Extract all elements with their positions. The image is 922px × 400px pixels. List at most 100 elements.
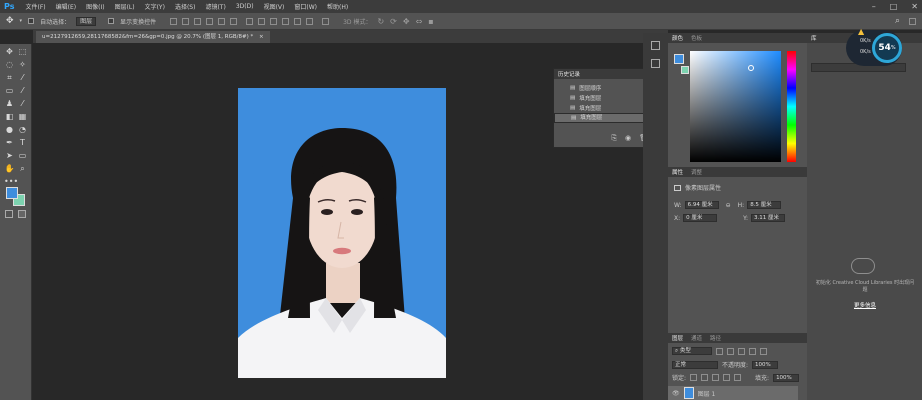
filter-shape-icon[interactable] [749, 347, 756, 355]
bg-color-swatch[interactable] [681, 66, 689, 74]
dodge-tool-icon[interactable]: ◔ [17, 124, 28, 135]
hue-slider[interactable] [787, 51, 796, 162]
tab-channels[interactable]: 通道 [691, 334, 702, 342]
lock-artboard-icon[interactable] [723, 374, 731, 381]
3d-slide-icon[interactable]: ⇔ [416, 17, 423, 26]
auto-align-icon[interactable] [322, 17, 330, 25]
distribute-top-icon[interactable] [246, 17, 254, 25]
history-item[interactable]: ▤ 图层顺序 [554, 83, 654, 93]
move-tool-icon[interactable]: ✥ [4, 46, 15, 57]
lasso-tool-icon[interactable]: ◌ [4, 59, 15, 70]
tab-color[interactable]: 颜色 [672, 34, 683, 42]
show-transform-checkbox[interactable] [108, 18, 115, 24]
tab-adjustments[interactable]: 调整 [691, 168, 702, 176]
history-tab[interactable]: 历史记录 [558, 70, 580, 78]
close-tab-icon[interactable]: × [259, 34, 264, 40]
blur-tool-icon[interactable]: ● [4, 124, 15, 135]
crop-tool-icon[interactable]: ⌗ [4, 72, 15, 83]
type-tool-icon[interactable]: T [17, 137, 28, 148]
minimize-icon[interactable]: – [872, 2, 876, 11]
healing-brush-icon[interactable]: ▭ [4, 85, 15, 96]
blend-mode-select[interactable]: 正常 [672, 360, 718, 369]
height-field[interactable]: 8.5 厘米 [747, 201, 782, 209]
menu-file[interactable]: 文件(F) [20, 2, 50, 11]
filter-type-icon[interactable] [738, 347, 745, 355]
menu-edit[interactable]: 编辑(E) [51, 2, 81, 11]
tab-libraries[interactable]: 库 [811, 34, 817, 42]
move-tool-icon[interactable]: ✥ [6, 16, 14, 26]
workspace-icon[interactable] [909, 17, 916, 25]
network-speed-widget[interactable]: 0K/s 0K/s 54 % ▲ [846, 27, 902, 66]
more-info-link[interactable]: 更多信息 [815, 301, 915, 309]
fill-field[interactable]: 100% [773, 373, 800, 382]
filter-pixel-icon[interactable] [716, 347, 723, 355]
color-picker-field[interactable] [690, 51, 781, 162]
distribute-right-icon[interactable] [306, 17, 314, 25]
layer-kind-filter[interactable]: ⌕ 类型 [672, 347, 712, 355]
distribute-left-icon[interactable] [282, 17, 290, 25]
foreground-color-swatch[interactable] [6, 187, 18, 199]
hand-tool-icon[interactable]: ✋ [4, 163, 15, 174]
shape-tool-icon[interactable]: ▭ [17, 150, 28, 161]
menu-3d[interactable]: 3D(D) [231, 3, 259, 10]
lock-position-icon[interactable] [712, 374, 720, 381]
align-bottom-icon[interactable] [194, 17, 202, 25]
3d-pan-icon[interactable]: ✥ [403, 17, 410, 26]
history-brush-icon[interactable]: ⁄ [17, 98, 28, 109]
maximize-icon[interactable]: □ [890, 2, 898, 11]
tab-layers[interactable]: 图层 [672, 334, 683, 342]
eye-icon[interactable]: 👁 [672, 390, 680, 397]
properties-stripe-icon[interactable] [651, 59, 660, 68]
menu-image[interactable]: 图像(I) [81, 2, 109, 11]
layer-row[interactable]: 👁 图层 1 [668, 386, 798, 400]
width-field[interactable]: 6.94 厘米 [684, 201, 719, 209]
layer-name[interactable]: 图层 1 [698, 389, 716, 398]
history-item[interactable]: ▤ 填充图层 [554, 103, 654, 113]
menu-help[interactable]: 帮助(H) [322, 2, 353, 11]
3d-roll-icon[interactable]: ⟳ [390, 17, 397, 26]
eraser-tool-icon[interactable]: ◧ [4, 111, 15, 122]
history-item-selected[interactable]: ▤ 填充图层 [554, 113, 654, 123]
auto-select-checkbox[interactable] [28, 18, 35, 24]
distribute-vcenter-icon[interactable] [258, 17, 266, 25]
tab-swatches[interactable]: 色板 [691, 34, 702, 42]
distribute-bottom-icon[interactable] [270, 17, 278, 25]
align-top-icon[interactable] [170, 17, 178, 25]
menu-select[interactable]: 选择(S) [170, 2, 201, 11]
menu-filter[interactable]: 滤镜(T) [200, 2, 230, 11]
tool-preset-dropdown[interactable]: ▾ [20, 18, 23, 24]
3d-scale-icon[interactable]: ▪ [428, 17, 433, 26]
history-stripe-icon[interactable] [651, 41, 660, 50]
tab-paths[interactable]: 路径 [710, 334, 721, 342]
tab-properties[interactable]: 属性 [672, 168, 683, 176]
filter-adjust-icon[interactable] [727, 347, 734, 355]
search-icon[interactable]: ⌕ [895, 16, 900, 26]
document-image[interactable] [238, 88, 446, 378]
menu-view[interactable]: 视图(V) [259, 2, 290, 11]
lock-all-icon[interactable] [734, 374, 742, 381]
distribute-hcenter-icon[interactable] [294, 17, 302, 25]
document-tab[interactable]: u=2127912659,2811768582&fm=26&gp=0.jpg @… [36, 31, 270, 43]
lock-transparent-icon[interactable] [690, 374, 698, 381]
align-vcenter-icon[interactable] [182, 17, 190, 25]
align-left-icon[interactable] [206, 17, 214, 25]
marquee-tool-icon[interactable]: ⬚ [17, 46, 28, 57]
x-field[interactable]: 0 厘米 [683, 214, 718, 222]
lock-pixels-icon[interactable] [701, 374, 709, 381]
quick-mask-icon[interactable] [5, 210, 13, 218]
menu-window[interactable]: 窗口(W) [289, 2, 322, 11]
eyedropper-icon[interactable]: ⁄ [17, 72, 28, 83]
link-icon[interactable]: ⊖ [726, 202, 731, 209]
close-icon[interactable]: ✕ [911, 2, 918, 11]
screen-mode-icon[interactable] [18, 210, 26, 218]
y-field[interactable]: 3.11 厘米 [751, 214, 786, 222]
menu-type[interactable]: 文字(Y) [140, 2, 170, 11]
zoom-tool-icon[interactable]: ⌕ [17, 163, 28, 174]
pen-tool-icon[interactable]: ✒ [4, 137, 15, 148]
align-hcenter-icon[interactable] [218, 17, 226, 25]
path-select-icon[interactable]: ➤ [4, 150, 15, 161]
layer-select[interactable]: 图层 [76, 16, 97, 26]
3d-rotate-icon[interactable]: ↻ [377, 17, 384, 26]
magic-wand-icon[interactable]: ✧ [17, 59, 28, 70]
gradient-tool-icon[interactable]: ▦ [17, 111, 28, 122]
